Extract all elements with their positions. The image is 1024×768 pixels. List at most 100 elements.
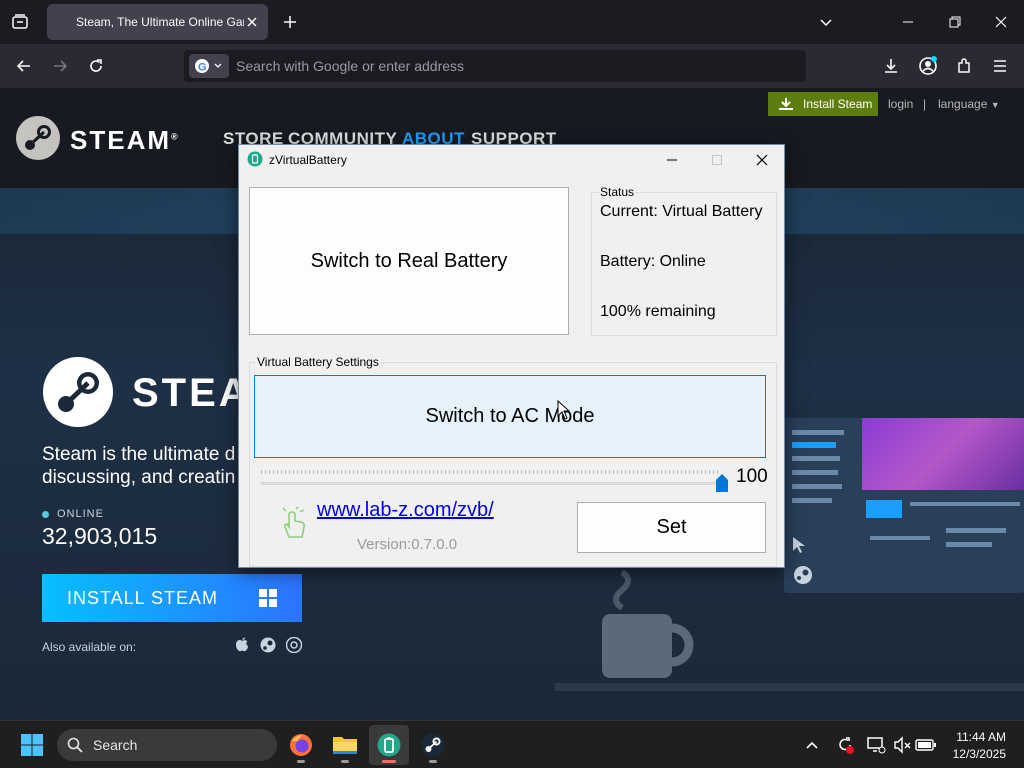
zvirtualbattery-window: zVirtualBattery Switch to Real Battery S…	[238, 144, 785, 568]
online-status-dot	[42, 511, 49, 518]
status-current: Current: Virtual Battery	[600, 203, 763, 220]
file-explorer-icon	[333, 737, 357, 754]
taskbar-steam[interactable]	[413, 725, 453, 765]
extensions-icon[interactable]	[949, 51, 979, 81]
taskbar-time[interactable]: 11:44 AM	[946, 730, 1006, 744]
search-icon	[67, 737, 83, 753]
running-indicator	[297, 760, 305, 763]
tab-title: Steam, The Ultimate Online Game Platform	[76, 15, 244, 29]
steam-icon	[421, 733, 445, 757]
chrome-icon[interactable]	[286, 637, 302, 653]
reload-icon[interactable]	[81, 51, 111, 81]
pointer-icon	[793, 537, 805, 553]
account-icon[interactable]	[913, 51, 943, 81]
display-icon[interactable]	[866, 735, 886, 755]
preview-line	[792, 484, 842, 489]
preview-line	[946, 528, 1006, 533]
windows-icon	[259, 589, 277, 607]
language-dropdown[interactable]: language ▼	[938, 97, 1000, 111]
sync-error-icon[interactable]	[835, 735, 855, 755]
new-tab-button[interactable]	[275, 7, 305, 37]
also-available-label: Also available on:	[42, 640, 137, 654]
language-label: language	[938, 97, 988, 111]
tagline-line-2: discussing, and creatin	[42, 467, 236, 488]
switch-to-ac-mode-button[interactable]: Switch to AC Mode	[254, 375, 766, 458]
status-remaining: 100% remaining	[600, 303, 716, 320]
preview-line	[870, 536, 930, 540]
preview-line	[792, 430, 844, 435]
online-label: ONLINE	[57, 508, 104, 520]
svg-text:G: G	[198, 62, 207, 74]
zvb-minimize-button[interactable]	[657, 145, 687, 175]
close-tab-icon[interactable]	[242, 12, 262, 32]
steam-logo-text[interactable]: STEAM®	[70, 125, 180, 156]
volume-muted-icon[interactable]	[892, 735, 912, 755]
battery-level-slider-track[interactable]	[261, 482, 720, 485]
zvirtualbattery-app-icon	[247, 151, 263, 167]
preview-line	[910, 502, 1020, 506]
preview-line	[792, 470, 838, 475]
forward-arrow-icon[interactable]	[45, 51, 75, 81]
taskbar-zvirtualbattery[interactable]	[369, 725, 409, 765]
switch-to-real-battery-button[interactable]: Switch to Real Battery	[249, 187, 569, 335]
back-arrow-icon[interactable]	[9, 51, 39, 81]
version-label: Version:0.7.0.0	[357, 536, 458, 553]
steam-logo-icon[interactable]	[15, 115, 61, 161]
set-button[interactable]: Set	[577, 502, 766, 553]
close-window-button[interactable]	[986, 7, 1016, 37]
battery-icon[interactable]	[915, 737, 937, 753]
tagline-line-1: Steam is the ultimate d	[42, 444, 236, 465]
slider-ticks	[261, 470, 720, 474]
zvb-close-button[interactable]	[747, 145, 777, 175]
chevron-down-icon[interactable]	[811, 7, 841, 37]
restore-window-button[interactable]	[940, 7, 970, 37]
windows-start-icon[interactable]	[20, 733, 44, 757]
install-steam-top-button[interactable]: Install Steam	[768, 92, 878, 116]
lab-z-link[interactable]: www.lab-z.com/zvb/	[317, 499, 494, 522]
search-engine-button[interactable]: G	[189, 54, 229, 78]
taskbar-date[interactable]: 12/3/2025	[946, 747, 1006, 761]
downloads-icon[interactable]	[876, 51, 906, 81]
minimize-window-button[interactable]	[893, 7, 923, 37]
taskbar-file-explorer[interactable]	[325, 725, 365, 765]
battery-level-slider-thumb[interactable]	[716, 474, 728, 492]
taskbar-search-box[interactable]: Search	[57, 729, 277, 761]
install-steam-label: Install Steam	[803, 97, 873, 111]
google-icon: G	[195, 59, 222, 74]
zvb-maximize-button-disabled	[702, 145, 732, 175]
steam-client-preview	[784, 418, 1024, 593]
tab-steam[interactable]: Steam, The Ultimate Online Game Platform	[47, 4, 268, 40]
preview-line	[946, 542, 992, 547]
mouse-cursor-icon	[557, 400, 571, 420]
menu-icon[interactable]	[985, 51, 1015, 81]
steam-deck-icon[interactable]	[260, 637, 276, 653]
apple-icon[interactable]	[234, 637, 250, 653]
chevron-up-icon[interactable]	[805, 738, 819, 752]
url-input[interactable]	[236, 50, 796, 82]
hero-tagline: Steam is the ultimate d discussing, and …	[42, 443, 262, 489]
list-all-tabs-icon[interactable]	[5, 7, 35, 37]
install-steam-button[interactable]: INSTALL STEAM	[42, 574, 302, 622]
caret-down-icon: ▼	[990, 100, 1000, 110]
firefox-icon	[290, 734, 312, 756]
active-indicator	[382, 760, 396, 763]
virtual-battery-settings-legend: Virtual Battery Settings	[256, 355, 380, 369]
zvirtualbattery-icon	[377, 733, 401, 757]
touch-hand-icon	[282, 507, 305, 538]
hero-brand: STEA	[132, 371, 251, 415]
preview-line-active	[792, 442, 836, 448]
login-link[interactable]: login	[888, 97, 913, 111]
taskbar: Search 11:44 AM 12/3/2025	[0, 720, 1024, 768]
running-indicator	[341, 760, 349, 763]
status-battery: Battery: Online	[600, 253, 706, 270]
steam-hero-logo-icon	[43, 357, 113, 427]
registered-mark: ®	[171, 131, 180, 142]
taskbar-firefox[interactable]	[281, 725, 321, 765]
battery-level-value: 100	[736, 466, 768, 487]
running-indicator	[429, 760, 437, 763]
desk-surface	[555, 683, 1024, 691]
window-title: zVirtualBattery	[269, 153, 347, 167]
preview-line	[792, 498, 832, 503]
url-bar[interactable]: G	[184, 50, 806, 82]
install-steam-big-label: INSTALL STEAM	[67, 587, 219, 608]
